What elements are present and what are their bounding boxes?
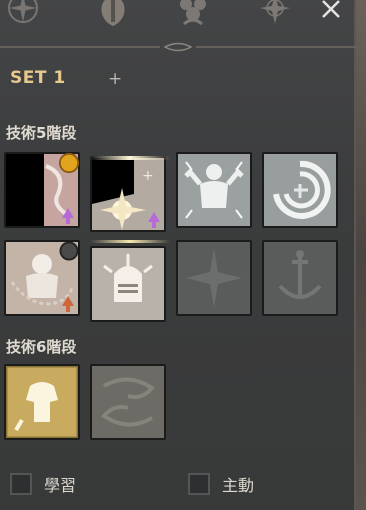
crest-icon[interactable] bbox=[92, 0, 134, 32]
panel-scrollbar[interactable] bbox=[356, 0, 366, 510]
add-set-button[interactable]: + bbox=[108, 69, 122, 89]
tier-5-title: 技術5階段 bbox=[6, 124, 77, 142]
learn-checkbox[interactable] bbox=[10, 473, 32, 495]
skill-slot[interactable]: + bbox=[90, 156, 166, 232]
anchor-icon bbox=[264, 242, 336, 314]
warrior-flex-icon bbox=[178, 154, 250, 226]
active-checkbox[interactable] bbox=[188, 473, 210, 495]
skill-slot[interactable] bbox=[90, 246, 166, 322]
skill-slot[interactable] bbox=[4, 364, 80, 440]
compass-icon[interactable] bbox=[2, 0, 44, 32]
learn-option[interactable]: 學習 bbox=[10, 472, 76, 496]
tier-6-title: 技術6階段 bbox=[6, 338, 77, 356]
gold-medal-icon bbox=[58, 152, 80, 174]
set-label[interactable]: SET 1 bbox=[10, 68, 66, 88]
burst-skill-icon: + bbox=[92, 158, 164, 230]
highlight-glow bbox=[90, 156, 170, 160]
ornament-icon[interactable] bbox=[172, 0, 214, 32]
skill-slot[interactable] bbox=[176, 240, 252, 316]
skill-slot[interactable] bbox=[90, 364, 166, 440]
skill-slot[interactable] bbox=[4, 240, 80, 316]
skill-slot[interactable] bbox=[176, 152, 252, 228]
swirl-icon bbox=[92, 366, 164, 438]
learn-label: 學習 bbox=[44, 476, 77, 495]
knight-helmet-icon bbox=[92, 248, 164, 320]
armor-icon bbox=[6, 366, 78, 438]
skill-slot[interactable] bbox=[4, 152, 80, 228]
category-tabs bbox=[0, 0, 356, 38]
close-icon[interactable] bbox=[320, 0, 342, 20]
active-option[interactable]: 主動 bbox=[188, 472, 254, 496]
active-label: 主動 bbox=[222, 476, 255, 495]
star-icon[interactable] bbox=[254, 0, 296, 32]
skill-slot[interactable] bbox=[262, 240, 338, 316]
spiral-icon bbox=[264, 154, 336, 226]
burst-icon bbox=[178, 242, 250, 314]
svg-text:+: + bbox=[142, 168, 154, 184]
skill-slot[interactable] bbox=[262, 152, 338, 228]
header-divider bbox=[0, 42, 356, 52]
highlight-glow bbox=[90, 240, 170, 243]
empty-medal-icon bbox=[59, 241, 79, 261]
